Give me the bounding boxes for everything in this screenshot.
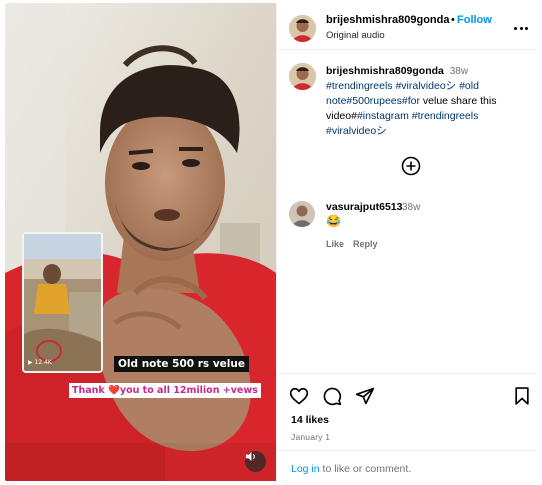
inset-view-count: ▶ 12.4K	[28, 359, 52, 366]
bookmark-icon[interactable]	[512, 386, 532, 406]
audio-label[interactable]: Original audio	[326, 30, 385, 41]
caption-hashtags-3[interactable]: #instagram #trendingreels	[357, 110, 478, 122]
comment-icon[interactable]	[322, 386, 342, 406]
thanks-suffix: you to all 12milion +vews	[119, 385, 258, 396]
caption-plain-2: velue share this	[420, 95, 497, 107]
author-username[interactable]: brijeshmishra809gonda	[326, 14, 450, 26]
login-prompt: Log in to like or comment.	[291, 463, 411, 475]
caption-avatar[interactable]	[289, 63, 316, 90]
more-icon[interactable]	[514, 21, 528, 35]
video-overlay-caption: Old note 500 rs velue	[114, 356, 249, 372]
reel-video[interactable]: ▶ 12.4K Old note 500 rs velue Thank ❤️yo…	[5, 3, 276, 481]
caption-line2: note#500rupees#for velue share this	[326, 95, 496, 107]
author-avatar[interactable]	[289, 15, 316, 42]
share-icon[interactable]	[355, 386, 375, 406]
post-date: January 1	[291, 432, 331, 442]
post-sidebar: brijeshmishra809gonda • Follow Original …	[276, 3, 537, 481]
caption-text: brijeshmishra809gonda 38w #trendingreels…	[326, 64, 526, 139]
commenter-username[interactable]: vasurajput6513	[326, 201, 402, 213]
follow-button[interactable]: Follow	[457, 14, 492, 26]
caption-plain-3: video#	[326, 110, 357, 122]
caption-username[interactable]: brijeshmishra809gonda	[326, 65, 444, 77]
speaker-icon[interactable]	[245, 451, 266, 472]
comment-like-button[interactable]: Like	[326, 239, 344, 249]
commenter-avatar[interactable]	[289, 201, 315, 227]
comment-time: 38w	[402, 202, 421, 213]
comment-text: 😂	[326, 214, 341, 228]
login-rest: to like or comment.	[319, 463, 412, 475]
caption-time: 38w	[449, 66, 469, 77]
caption-hashtags-2[interactable]: note#500rupees#for	[326, 95, 420, 107]
thanks-prefix: Thank	[72, 385, 109, 396]
separator-dot: •	[451, 14, 455, 26]
post-actions: 14 likes January 1 Log in to like or com…	[277, 373, 537, 481]
post-dialog: ▶ 12.4K Old note 500 rs velue Thank ❤️yo…	[5, 3, 537, 481]
heart-icon[interactable]	[289, 386, 309, 406]
inset-video: ▶ 12.4K	[22, 232, 103, 373]
post-header: brijeshmishra809gonda • Follow Original …	[277, 3, 537, 50]
caption-hashtags-4[interactable]: #viralvideoシ	[326, 125, 387, 137]
login-link[interactable]: Log in	[291, 463, 320, 475]
inset-scene	[24, 234, 101, 371]
heart-emoji: ❤️	[108, 385, 120, 396]
login-bar: Log in to like or comment.	[277, 450, 537, 481]
video-thanks-caption: Thank ❤️you to all 12milion +vews	[69, 383, 261, 398]
comment-reply-button[interactable]: Reply	[353, 239, 378, 249]
like-count[interactable]: 14 likes	[291, 414, 329, 426]
caption-hashtags-1[interactable]: #trendingreels #viralvideoシ #old	[326, 80, 479, 92]
plus-circle-icon[interactable]	[401, 156, 421, 176]
